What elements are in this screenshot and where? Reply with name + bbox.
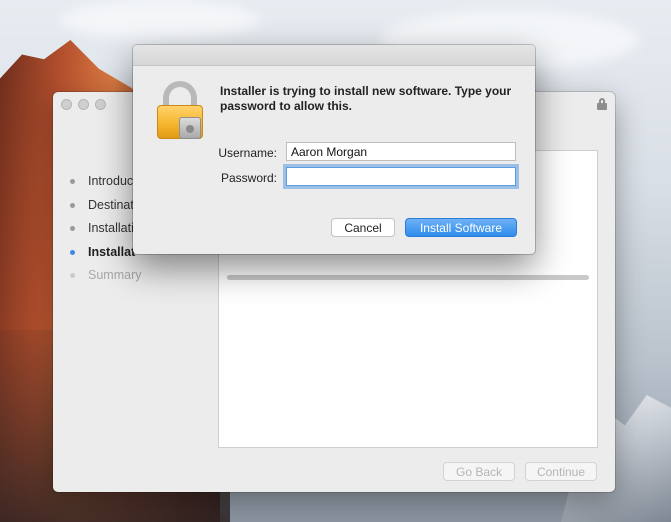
lock-icon bbox=[597, 98, 607, 110]
step-bullet-icon bbox=[70, 226, 75, 231]
step-label: Installati bbox=[88, 221, 134, 235]
authentication-dialog: Installer is trying to install new softw… bbox=[133, 45, 535, 254]
step-label: Introduc bbox=[88, 174, 134, 188]
step-label: Destinat bbox=[88, 197, 134, 212]
step-bullet-icon bbox=[70, 202, 75, 208]
step-bullet-icon bbox=[70, 273, 75, 278]
go-back-button[interactable]: Go Back bbox=[443, 462, 515, 481]
minimize-window-button[interactable] bbox=[78, 99, 89, 110]
step-summary: Summary bbox=[53, 264, 218, 288]
auth-message: Installer is trying to install new softw… bbox=[220, 84, 512, 113]
continue-button[interactable]: Continue bbox=[525, 462, 597, 481]
username-label: Username: bbox=[218, 146, 277, 160]
zoom-window-button[interactable] bbox=[95, 99, 106, 110]
auth-dialog-titlebar bbox=[133, 45, 535, 66]
password-field[interactable] bbox=[286, 167, 516, 186]
install-progress-bar bbox=[227, 275, 589, 280]
username-field[interactable] bbox=[286, 142, 516, 161]
step-bullet-icon bbox=[70, 249, 75, 255]
password-label: Password: bbox=[220, 171, 277, 185]
step-bullet-icon bbox=[70, 179, 75, 184]
lock-icon bbox=[157, 81, 203, 141]
cancel-button[interactable]: Cancel bbox=[331, 218, 395, 237]
step-label: Summary bbox=[88, 268, 142, 282]
step-label: Installat bbox=[88, 244, 136, 259]
install-software-button[interactable]: Install Software bbox=[405, 218, 517, 237]
close-window-button[interactable] bbox=[61, 99, 72, 110]
